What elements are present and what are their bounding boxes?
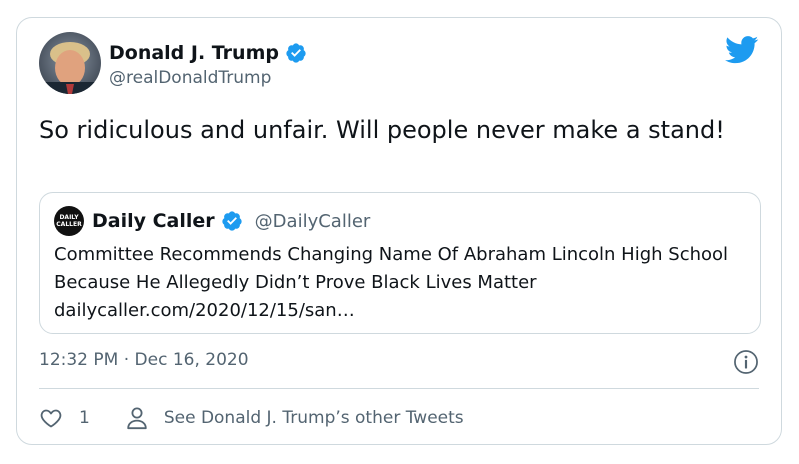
quoted-tweet[interactable]: DAILY CALLER Daily Caller @DailyCaller C… [39, 192, 761, 334]
person-icon[interactable] [126, 406, 148, 430]
quoted-tweet-text: Committee Recommends Changing Name Of Ab… [54, 244, 729, 293]
divider [39, 388, 759, 389]
tweet-actions: 1 See Donald J. Trump’s other Tweets [39, 403, 464, 433]
quoted-author-name[interactable]: Daily Caller [92, 210, 215, 232]
quoted-author-handle[interactable]: @DailyCaller [255, 211, 371, 232]
info-icon[interactable] [733, 349, 759, 375]
author-avatar-image [39, 32, 101, 94]
author-handle[interactable]: @realDonaldTrump [109, 68, 271, 88]
like-count[interactable]: 1 [79, 408, 90, 428]
other-tweets-link[interactable]: See Donald J. Trump’s other Tweets [164, 408, 464, 428]
author-name[interactable]: Donald J. Trump [109, 42, 279, 64]
tweet-text: So ridiculous and unfair. Will people ne… [39, 116, 725, 144]
quoted-avatar-line2: CALLER [56, 221, 82, 228]
heart-icon[interactable] [39, 406, 63, 430]
embedded-tweet-card[interactable]: Donald J. Trump @realDonaldTrump So ridi… [16, 17, 782, 445]
verified-badge-icon [222, 211, 242, 231]
tweet-timestamp[interactable]: 12:32 PM · Dec 16, 2020 [39, 350, 249, 370]
twitter-bird-icon[interactable] [725, 36, 759, 64]
quoted-tweet-link[interactable]: dailycaller.com/2020/12/15/san… [54, 297, 744, 325]
quoted-avatar-line1: DAILY [59, 214, 79, 221]
quoted-avatar[interactable]: DAILY CALLER [54, 206, 84, 236]
author-avatar[interactable] [39, 32, 101, 94]
verified-badge-icon [286, 43, 306, 63]
